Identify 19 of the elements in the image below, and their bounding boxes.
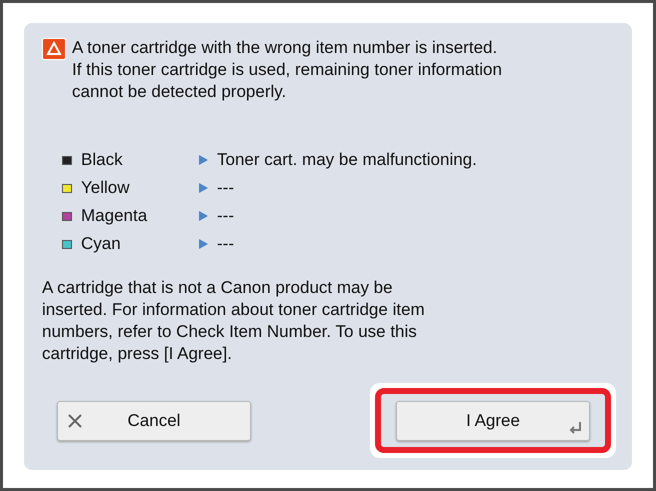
triangle-icon (199, 211, 208, 221)
close-icon (68, 414, 82, 428)
toner-name: Cyan (81, 233, 122, 256)
triangle-icon (199, 183, 208, 193)
warning-message: A toner cartridge with the wrong item number is inserted. If this toner cartridge is used, remaining toner information cannot be detected properly. (72, 37, 502, 103)
agree-button[interactable]: I Agree (396, 401, 590, 441)
warning-icon (42, 38, 66, 60)
info-message: A cartridge that is not a Canon product may be inserted. For information about toner cartridge item numbers, refer to Check Item Number. To use this cartridge, press [I Agree]. (42, 277, 426, 365)
enter-icon (568, 422, 582, 434)
toner-status: --- (217, 177, 234, 200)
toner-name: Black (81, 149, 124, 172)
toner-name: Yellow (81, 177, 131, 200)
triangle-icon (199, 239, 208, 249)
triangle-icon (199, 155, 208, 165)
cancel-button[interactable]: Cancel (57, 400, 251, 440)
toner-name: Magenta (81, 205, 148, 228)
toner-status: --- (217, 233, 234, 256)
toner-status: --- (217, 205, 234, 228)
toner-status: Toner cart. may be malfunctioning. (217, 149, 477, 172)
